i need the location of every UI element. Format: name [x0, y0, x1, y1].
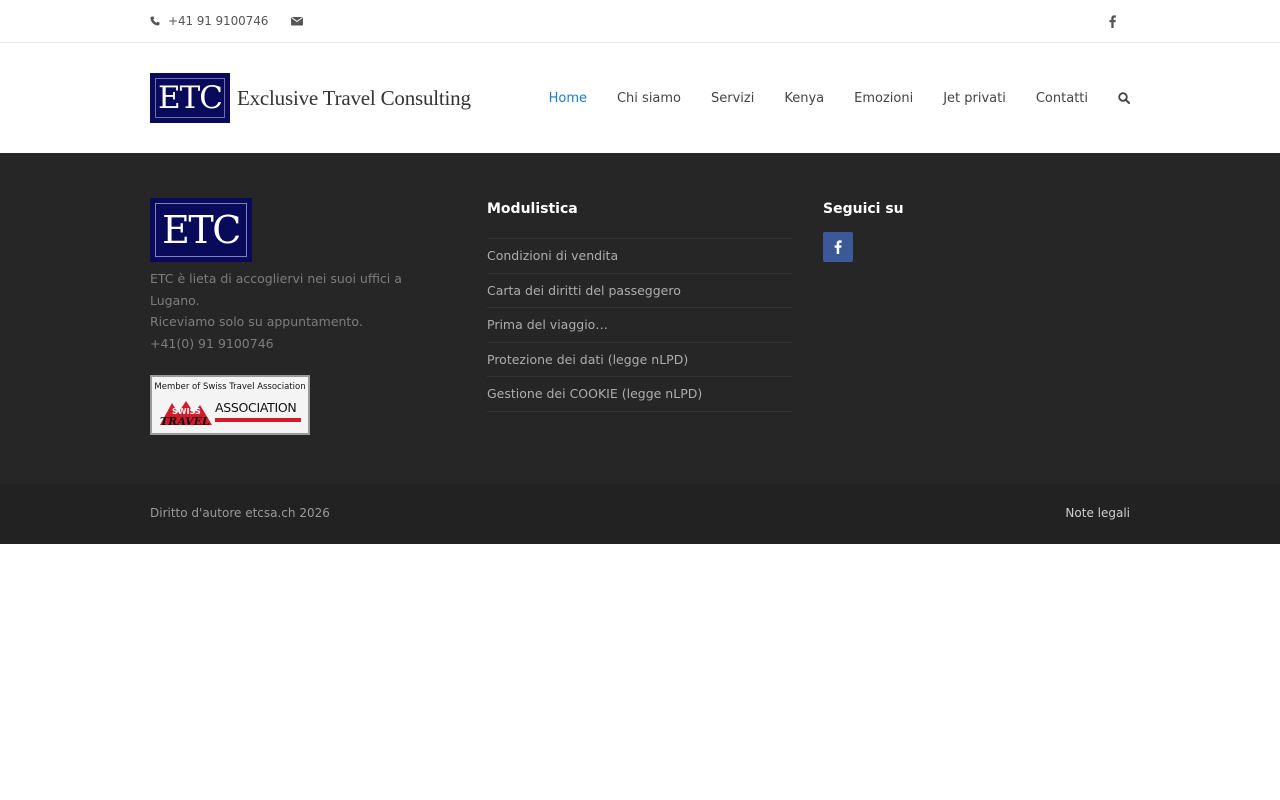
modulistica-links: Condizioni di vendita Carta dei diritti …	[487, 238, 792, 412]
about-phone[interactable]: +41(0) 91 9100746	[150, 333, 450, 355]
link-protezione-dati[interactable]: Protezione dei dati (legge nLPD)	[487, 343, 792, 377]
envelope-icon[interactable]	[291, 16, 304, 26]
link-gestione-cookie[interactable]: Gestione dei COOKIE (legge nLPD)	[487, 377, 792, 412]
badge-red-bar	[215, 418, 301, 422]
footer-widgets: ETC ETC è lieta di accogliervi nei suoi …	[0, 153, 1280, 484]
link-prima-viaggio[interactable]: Prima del viaggio…	[487, 308, 792, 343]
nav-kenya[interactable]: Kenya	[784, 91, 824, 106]
nav-contatti[interactable]: Contatti	[1036, 91, 1088, 106]
nav-servizi[interactable]: Servizi	[711, 91, 754, 106]
phone-icon	[150, 16, 160, 26]
footer-social: Seguici su	[823, 198, 1128, 262]
search-icon[interactable]	[1118, 92, 1130, 104]
footer-bottom-bar: Diritto d'autore etcsa.ch 2026 Note lega…	[0, 484, 1280, 544]
copyright-text: Diritto d'autore etcsa.ch 2026	[150, 506, 330, 520]
legal-notes-link[interactable]: Note legali	[1065, 506, 1130, 520]
facebook-button[interactable]	[823, 232, 853, 262]
nav-chi-siamo[interactable]: Chi siamo	[617, 91, 681, 106]
social-title: Seguici su	[823, 201, 904, 217]
footer-modulistica: Modulistica Condizioni di vendita Carta …	[487, 198, 792, 412]
site-header: ETC Exclusive Travel Consulting Home Chi…	[0, 43, 1280, 153]
facebook-icon[interactable]	[1107, 13, 1117, 29]
swiss-travel-association-badge[interactable]: Member of Swiss Travel Association SWISS…	[150, 375, 310, 435]
swiss-travel-mountain-icon: SWISS TRAVEL	[160, 401, 212, 427]
nav-home[interactable]: Home	[549, 91, 587, 106]
badge-travel-text: TRAVEL	[160, 415, 210, 427]
nav-emozioni[interactable]: Emozioni	[854, 91, 913, 106]
nav-jet-privati[interactable]: Jet privati	[943, 91, 1006, 106]
logo-mark: ETC	[150, 73, 230, 123]
footer-logo: ETC	[150, 198, 252, 262]
topbar-phone[interactable]: +41 91 9100746	[168, 14, 268, 28]
badge-member-text: Member of Swiss Travel Association	[154, 382, 306, 392]
main-nav: Home Chi siamo Servizi Kenya Emozioni Je…	[519, 88, 1130, 108]
link-condizioni-vendita[interactable]: Condizioni di vendita	[487, 239, 792, 274]
facebook-icon	[834, 240, 842, 254]
footer-logo-text: ETC	[162, 208, 241, 252]
footer-about: ETC ETC è lieta di accogliervi nei suoi …	[150, 198, 450, 435]
modulistica-title: Modulistica	[487, 201, 578, 217]
footer-about-text: ETC è lieta di accogliervi nei suoi uffi…	[150, 268, 450, 354]
about-line: ETC è lieta di accogliervi nei suoi uffi…	[150, 271, 402, 308]
badge-association-text: ASSOCIATION	[215, 400, 297, 415]
link-carta-diritti[interactable]: Carta dei diritti del passeggero	[487, 274, 792, 308]
site-logo[interactable]: ETC Exclusive Travel Consulting	[150, 73, 471, 123]
logo-wordmark: Exclusive Travel Consulting	[237, 85, 471, 110]
logo-mark-text: ETC	[157, 80, 223, 116]
about-line: Riceviamo solo su appuntamento.	[150, 314, 363, 329]
topbar: +41 91 9100746	[0, 0, 1280, 43]
